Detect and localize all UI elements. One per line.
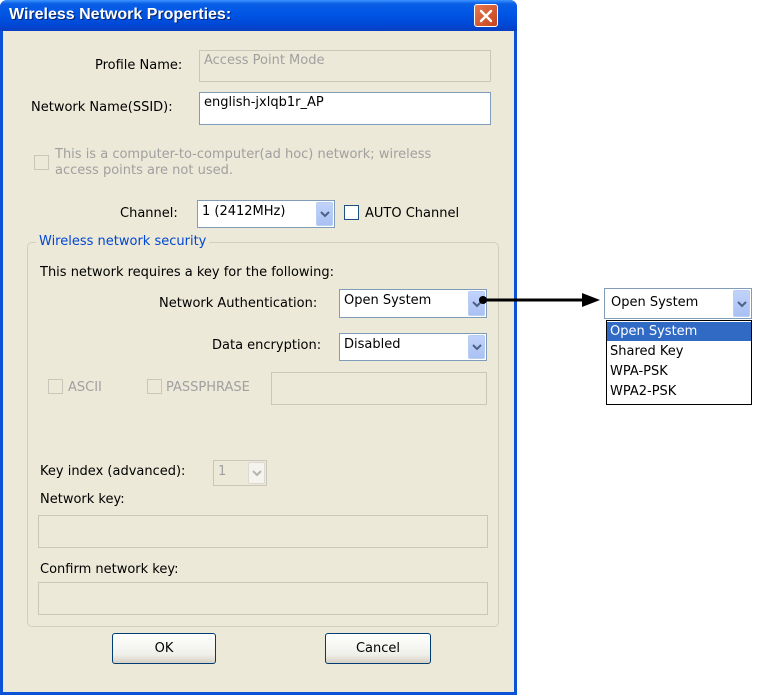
auto-channel-checkbox[interactable]	[344, 205, 359, 220]
ok-button-label: OK	[154, 641, 174, 656]
key-index-select[interactable]: 1	[213, 460, 267, 486]
dropdown-selected-value: Open System	[611, 295, 699, 310]
auth-dropdown-list: Open System Shared Key WPA-PSK WPA2-PSK	[606, 320, 752, 405]
profile-name-field: Access Point Mode	[199, 50, 491, 82]
dropdown-option[interactable]: WPA-PSK	[607, 362, 751, 381]
passphrase-field[interactable]	[271, 372, 487, 405]
chevron-down-icon[interactable]	[248, 462, 265, 484]
ascii-checkbox[interactable]	[48, 379, 63, 394]
connector-arrow-icon	[479, 293, 600, 307]
passphrase-checkbox[interactable]	[147, 379, 162, 394]
channel-value: 1 (2412MHz)	[202, 204, 286, 219]
ascii-label: ASCII	[68, 380, 102, 395]
channel-select[interactable]: 1 (2412MHz)	[197, 200, 335, 228]
auth-select[interactable]: Open System	[339, 289, 487, 318]
network-key-field[interactable]	[38, 515, 488, 548]
key-index-value: 1	[218, 464, 227, 479]
passphrase-label: PASSPHRASE	[166, 380, 250, 395]
chevron-down-icon[interactable]	[733, 290, 750, 317]
auth-dropdown-combo[interactable]: Open System	[604, 288, 752, 319]
adhoc-label-line2: access points are not used.	[55, 163, 233, 178]
dropdown-option[interactable]: WPA2-PSK	[607, 382, 751, 401]
ok-button[interactable]: OK	[112, 633, 216, 664]
chevron-down-icon[interactable]	[316, 202, 333, 226]
confirm-key-label: Confirm network key:	[40, 562, 179, 577]
auth-label: Network Authentication:	[159, 296, 318, 311]
adhoc-label-line1: This is a computer-to-computer(ad hoc) n…	[55, 147, 432, 162]
cancel-button-label: Cancel	[355, 641, 401, 656]
title-bar[interactable]: Wireless Network Properties:	[0, 0, 517, 31]
chevron-down-icon[interactable]	[468, 335, 485, 359]
channel-label: Channel:	[120, 206, 178, 221]
cancel-button[interactable]: Cancel	[325, 633, 431, 664]
ssid-label: Network Name(SSID):	[31, 100, 173, 115]
network-key-label: Network key:	[40, 492, 125, 507]
close-button[interactable]	[474, 4, 498, 27]
auth-value: Open System	[344, 293, 432, 308]
encryption-label: Data encryption:	[212, 338, 322, 353]
requires-key-text: This network requires a key for the foll…	[40, 265, 335, 280]
dialog-title: Wireless Network Properties:	[9, 6, 232, 23]
close-icon	[479, 9, 493, 22]
encryption-value: Disabled	[344, 337, 401, 352]
encryption-select[interactable]: Disabled	[339, 333, 487, 361]
security-group-title: Wireless network security	[36, 234, 210, 249]
key-index-label: Key index (advanced):	[40, 464, 186, 479]
ssid-input[interactable]: english-jxlqb1r_AP	[199, 92, 491, 125]
auto-channel-label: AUTO Channel	[365, 206, 460, 221]
wireless-network-properties-dialog: Wireless Network Properties: Profile Nam…	[0, 0, 517, 695]
dropdown-option[interactable]: Open System	[607, 322, 751, 341]
confirm-key-field[interactable]	[38, 582, 488, 615]
dropdown-option[interactable]: Shared Key	[607, 342, 751, 361]
profile-name-label: Profile Name:	[95, 58, 183, 73]
adhoc-checkbox[interactable]	[34, 155, 49, 170]
